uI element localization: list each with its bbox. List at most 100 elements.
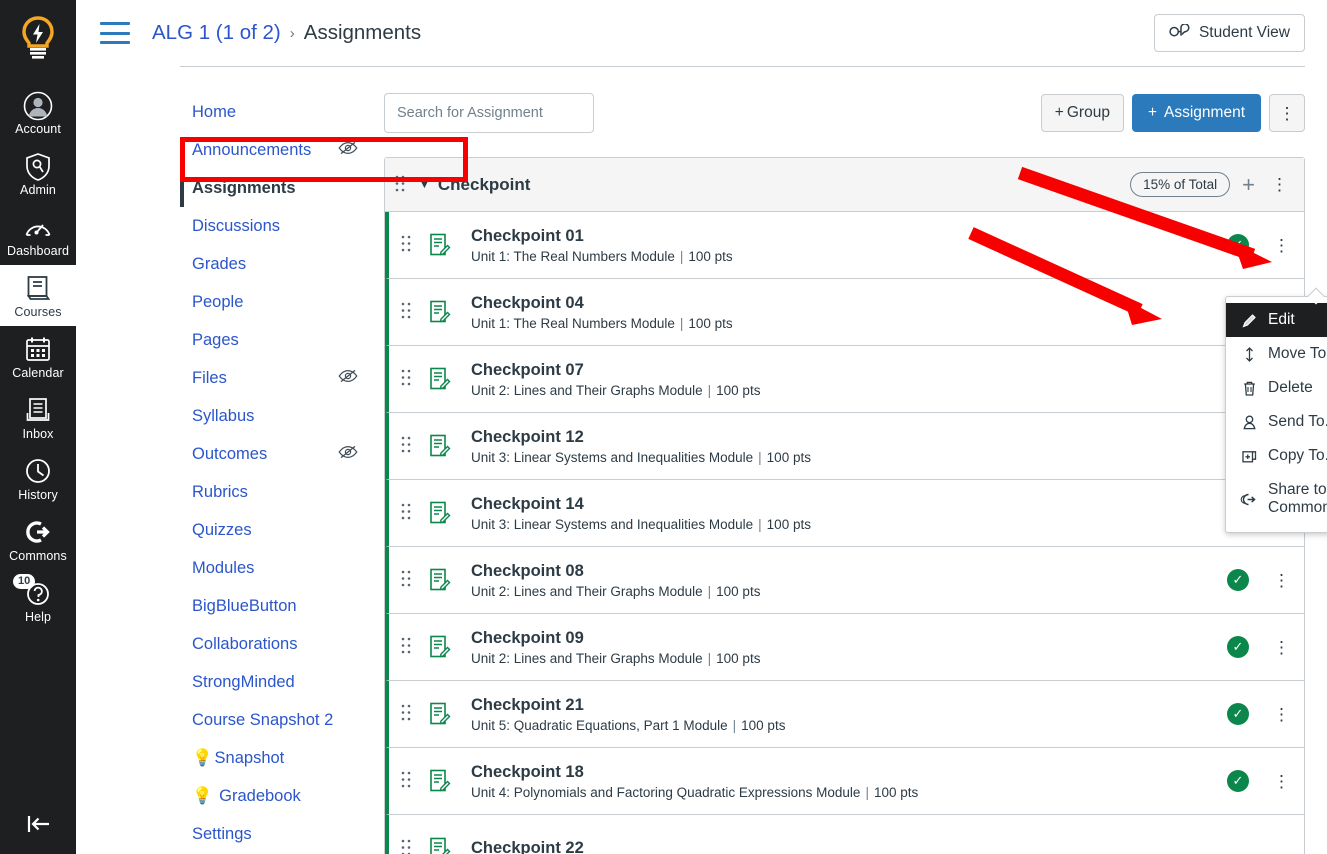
sidebar-item-collaborations[interactable]: Collaborations [180, 625, 376, 663]
sidebar-item-grades[interactable]: Grades [180, 245, 376, 283]
sidebar-item-strongminded[interactable]: StrongMinded [180, 663, 376, 701]
assignment-title[interactable]: Checkpoint 07 [471, 361, 760, 380]
sidebar-item-discussions[interactable]: Discussions [180, 207, 376, 245]
table-row[interactable]: Checkpoint 01 Unit 1: The Real Numbers M… [385, 212, 1304, 279]
assignment-title[interactable]: Checkpoint 09 [471, 629, 760, 648]
menu-item-delete[interactable]: Delete [1226, 371, 1327, 405]
hidden-eye-icon [338, 445, 358, 463]
assignment-title[interactable]: Checkpoint 12 [471, 428, 811, 447]
global-nav-item-calendar[interactable]: Calendar [0, 326, 76, 387]
global-nav-item-dashboard[interactable]: Dashboard [0, 204, 76, 265]
meta-separator: | [758, 516, 762, 532]
assignment-title[interactable]: Checkpoint 22 [471, 839, 584, 854]
table-row[interactable]: Checkpoint 14 Unit 3: Linear Systems and… [385, 480, 1304, 547]
table-row[interactable]: Checkpoint 07 Unit 2: Lines and Their Gr… [385, 346, 1304, 413]
table-row[interactable]: Checkpoint 08 Unit 2: Lines and Their Gr… [385, 547, 1304, 614]
sidebar-item-files[interactable]: Files [180, 359, 376, 397]
drag-handle-icon[interactable] [395, 175, 405, 195]
published-check-icon[interactable]: ✓ [1227, 636, 1249, 658]
assignment-points: 100 pts [766, 449, 811, 465]
row-kebab-menu-icon[interactable]: ⋮ [1269, 773, 1294, 790]
menu-item-send-to[interactable]: Send To... [1226, 405, 1327, 439]
row-kebab-menu-icon[interactable]: ⋮ [1269, 706, 1294, 723]
row-kebab-menu-icon[interactable]: ⋮ [1269, 237, 1294, 254]
drag-handle-icon[interactable] [401, 436, 411, 456]
collapse-left-icon[interactable] [0, 813, 76, 840]
assignment-group-title[interactable]: Checkpoint [438, 175, 531, 195]
assignment-module: Unit 1: The Real Numbers Module [471, 248, 675, 264]
sidebar-item-people[interactable]: People [180, 283, 376, 321]
sidebar-item-modules[interactable]: Modules [180, 549, 376, 587]
sidebar-item-gradebook[interactable]: 💡 Gradebook [180, 777, 376, 815]
sidebar-item-snapshot[interactable]: 💡 Snapshot [180, 739, 376, 777]
assignment-meta: Unit 2: Lines and Their Graphs Module | 10… [471, 584, 760, 599]
table-row[interactable]: Checkpoint 21 Unit 5: Quadratic Equation… [385, 681, 1304, 748]
search-input[interactable] [384, 93, 594, 133]
plus-icon[interactable]: + [1242, 173, 1255, 196]
course-nav-label: Assignments [192, 178, 296, 197]
sidebar-item-quizzes[interactable]: Quizzes [180, 511, 376, 549]
row-context-menu[interactable]: Edit Move To... Delete Send To... Copy T… [1225, 287, 1327, 533]
published-check-icon[interactable]: ✓ [1227, 770, 1249, 792]
drag-handle-icon[interactable] [401, 570, 411, 590]
published-check-icon[interactable]: ✓ [1227, 703, 1249, 725]
group-kebab-menu-icon[interactable]: ⋮ [1267, 176, 1292, 193]
drag-handle-icon[interactable] [401, 704, 411, 724]
assignment-quiz-icon [429, 233, 451, 257]
sidebar-item-settings[interactable]: Settings [180, 815, 376, 853]
drag-handle-icon[interactable] [401, 235, 411, 255]
global-nav-item-commons[interactable]: Commons [0, 509, 76, 570]
course-nav-label: Settings [192, 824, 252, 843]
menu-item-move-to[interactable]: Move To... [1226, 337, 1327, 371]
drag-handle-icon[interactable] [401, 771, 411, 791]
global-nav-item-account[interactable]: Account [0, 82, 76, 143]
sidebar-item-syllabus[interactable]: Syllabus [180, 397, 376, 435]
drag-handle-icon[interactable] [401, 503, 411, 523]
meta-separator: | [707, 583, 712, 599]
menu-item-copy-to[interactable]: Copy To... [1226, 439, 1327, 473]
sidebar-item-bigbluebutton[interactable]: BigBlueButton [180, 587, 376, 625]
sidebar-item-outcomes[interactable]: Outcomes [180, 435, 376, 473]
table-row[interactable]: Checkpoint 12 Unit 3: Linear Systems and… [385, 413, 1304, 480]
drag-handle-icon[interactable] [401, 369, 411, 389]
global-nav-item-inbox[interactable]: Inbox [0, 387, 76, 448]
sidebar-item-rubrics[interactable]: Rubrics [180, 473, 376, 511]
sidebar-item-announcements[interactable]: Announcements [180, 131, 376, 169]
commons-share-icon [1240, 491, 1258, 508]
published-check-icon[interactable]: ✓ [1227, 569, 1249, 591]
row-kebab-menu-icon[interactable]: ⋮ [1269, 572, 1294, 589]
hamburger-menu-icon[interactable] [100, 22, 130, 44]
sidebar-item-course-snapshot-2[interactable]: Course Snapshot 2 [180, 701, 376, 739]
sidebar-item-pages[interactable]: Pages [180, 321, 376, 359]
published-check-icon[interactable]: ✓ [1227, 234, 1249, 256]
menu-item-share-to-commons[interactable]: Share to Commons [1226, 473, 1327, 525]
global-nav-item-courses[interactable]: Courses [0, 265, 76, 326]
table-row[interactable]: Checkpoint 04 Unit 1: The Real Numbers M… [385, 279, 1304, 346]
global-nav-item-history[interactable]: History [0, 448, 76, 509]
add-group-button[interactable]: + Group [1040, 94, 1124, 132]
assignment-title[interactable]: Checkpoint 01 [471, 227, 733, 246]
drag-handle-icon[interactable] [401, 637, 411, 657]
caret-down-icon[interactable]: ▼ [419, 179, 430, 191]
drag-handle-icon[interactable] [401, 839, 411, 854]
add-assignment-button[interactable]: + Assignment [1131, 94, 1261, 132]
assignment-title[interactable]: Checkpoint 08 [471, 562, 760, 581]
table-row[interactable]: Checkpoint 18 Unit 4: Polynomials and Fa… [385, 748, 1304, 815]
sidebar-item-home[interactable]: Home [180, 93, 376, 131]
breadcrumb-course-link[interactable]: ALG 1 (1 of 2) [152, 21, 281, 45]
global-nav-item-help[interactable]: 10 Help [0, 570, 76, 631]
student-view-button[interactable]: Student View [1153, 14, 1305, 52]
global-nav-item-admin[interactable]: Admin [0, 143, 76, 204]
assignment-title[interactable]: Checkpoint 18 [471, 763, 918, 782]
assignment-title[interactable]: Checkpoint 21 [471, 696, 785, 715]
menu-item-edit[interactable]: Edit [1226, 303, 1327, 337]
table-row[interactable]: Checkpoint 22 [385, 815, 1304, 854]
assignments-more-options-button[interactable]: ⋮ [1269, 94, 1305, 132]
lightbulb-lightning-logo[interactable] [0, 10, 76, 66]
row-kebab-menu-icon[interactable]: ⋮ [1269, 639, 1294, 656]
assignment-title[interactable]: Checkpoint 04 [471, 294, 733, 313]
drag-handle-icon[interactable] [401, 302, 411, 322]
table-row[interactable]: Checkpoint 09 Unit 2: Lines and Their Gr… [385, 614, 1304, 681]
assignment-title[interactable]: Checkpoint 14 [471, 495, 811, 514]
sidebar-item-assignments[interactable]: Assignments [180, 169, 376, 207]
